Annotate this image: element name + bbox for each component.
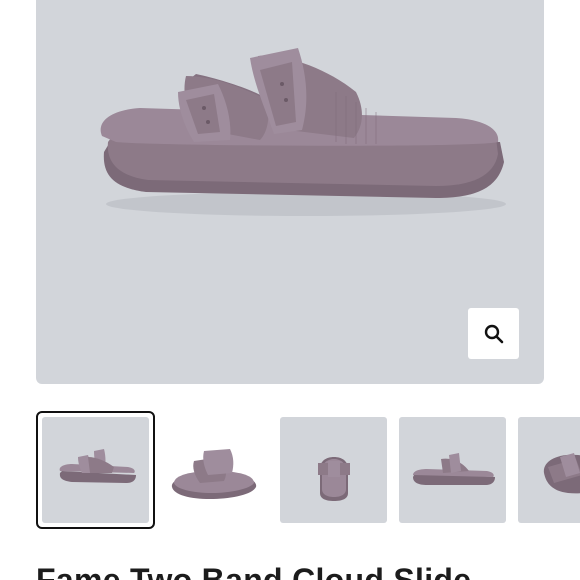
thumbnail-4[interactable]: [399, 417, 506, 523]
thumbnail-3[interactable]: [280, 417, 387, 523]
sandal-profile-thumb-icon: [413, 453, 495, 485]
zoom-button[interactable]: [468, 308, 519, 359]
sandal-side-thumb-icon: [59, 449, 136, 483]
thumbnail-1[interactable]: [36, 411, 155, 529]
sandal-front-thumb-icon: [318, 457, 350, 501]
magnifier-icon: [484, 324, 503, 343]
product-title: Fame Two Band Cloud Slide: [36, 562, 472, 580]
thumbnail-2[interactable]: [160, 417, 267, 523]
sandal-angled-thumb-icon: [171, 449, 257, 499]
sandal-top-thumb-icon: [543, 453, 580, 494]
thumbnail-strip: [36, 411, 580, 529]
thumbnail-5[interactable]: [518, 417, 580, 523]
product-page: Fame Two Band Cloud Slide: [0, 0, 580, 580]
